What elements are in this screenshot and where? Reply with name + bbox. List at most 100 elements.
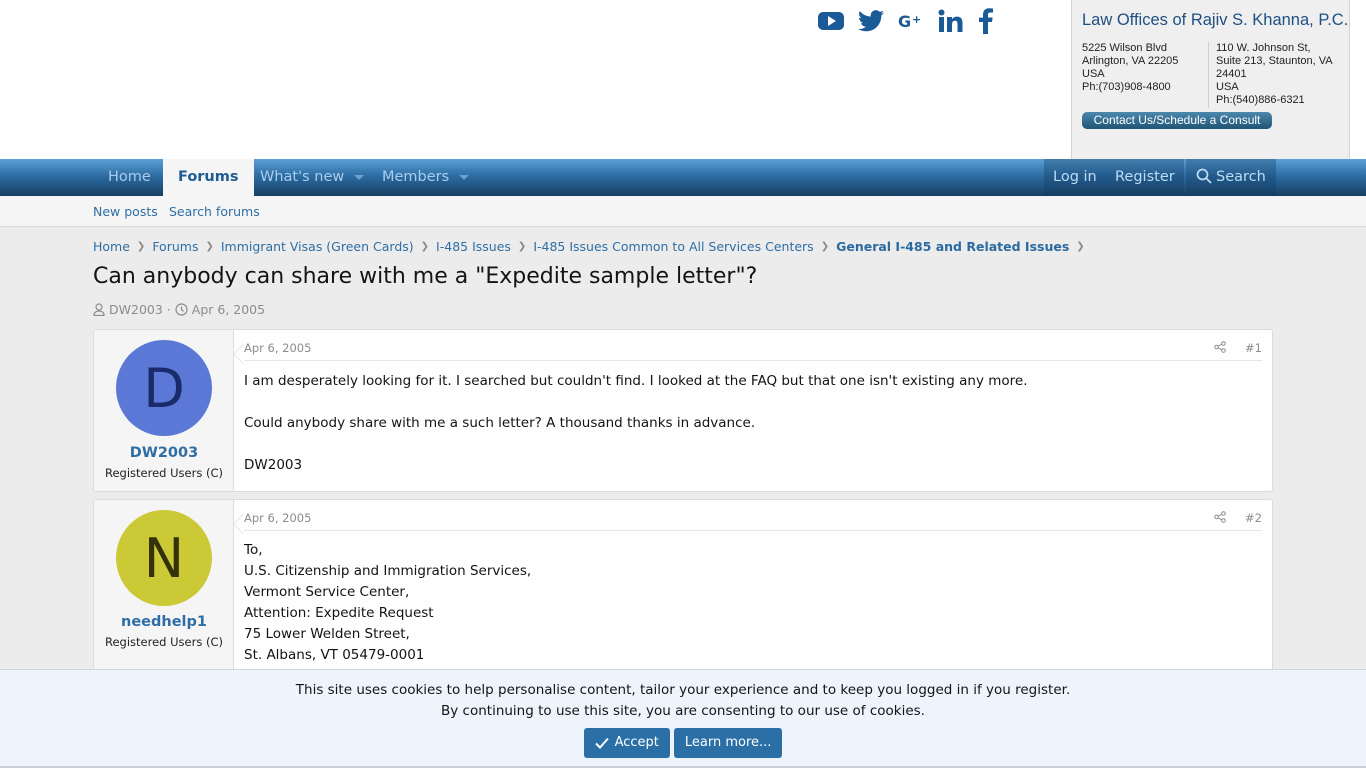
post-date-link[interactable]: Apr 6, 2005 [244,511,311,525]
phone-number: Ph:(540)886-6321 [1216,94,1305,106]
register-button[interactable]: Register [1106,159,1184,196]
address-line: USA [1216,81,1239,93]
twitter-icon[interactable] [858,6,884,36]
search-icon [1196,168,1212,184]
nav-tab-label: Members [382,169,450,185]
username-link[interactable]: DW2003 [94,445,234,461]
nav-tab-forums[interactable]: Forums [163,159,254,196]
avatar[interactable]: N [116,510,212,606]
user-title: Registered Users (C) [105,635,223,649]
law-office-ad: Law Offices of Rajiv S. Khanna, P.C. 522… [1071,0,1350,159]
thread-author-link[interactable]: DW2003 [109,302,163,317]
chevron-right-icon: ❯ [420,241,430,252]
post-text-line: I am desperately looking for it. I searc… [244,373,1028,389]
post-number-link[interactable]: #1 [1245,341,1262,355]
facebook-icon[interactable] [978,6,994,36]
post-text-line: Could anybody share with me a such lette… [244,415,756,431]
post-header: Apr 6, 2005 #2 [244,511,1262,531]
post-body: To, U.S. Citizenship and Immigration Ser… [244,540,1262,666]
accept-label: Accept [614,735,659,750]
thread-date-link[interactable]: Apr 6, 2005 [192,302,265,317]
nav-tab-label: Home [108,169,151,185]
post-text-line: To, [244,542,263,558]
page-title: Can anybody can share with me a "Expedit… [93,264,758,289]
breadcrumb-immigrant-visas[interactable]: Immigrant Visas (Green Cards) [221,239,414,254]
address-line: 24401 [1216,68,1247,80]
post-number-link[interactable]: #2 [1245,511,1262,525]
post-text-line: U.S. Citizenship and Immigration Service… [244,563,532,579]
law-office-title: Law Offices of Rajiv S. Khanna, P.C. [1082,11,1349,29]
subnav-new-posts[interactable]: New posts [93,204,158,219]
avatar[interactable]: D [116,340,212,436]
svg-text:+: + [912,13,921,26]
chevron-down-icon[interactable] [354,174,365,180]
breadcrumb: Home ❯ Forums ❯ Immigrant Visas (Green Car… [93,239,1092,254]
search-button[interactable]: Search [1186,159,1276,196]
chevron-right-icon: ❯ [820,241,830,252]
chevron-down-icon[interactable] [459,174,470,180]
main-navigation: Home Forums What's new Members Log in Re… [0,159,1366,196]
accept-cookies-button[interactable]: Accept [583,728,670,758]
contact-consult-button[interactable]: Contact Us/Schedule a Consult [1082,112,1272,129]
meta-separator: · [166,302,171,317]
login-button[interactable]: Log in [1044,159,1106,196]
thread-meta: DW2003 · Apr 6, 2005 [93,302,265,317]
google-plus-icon[interactable]: G + [898,6,924,36]
chevron-right-icon: ❯ [517,241,527,252]
office-address-staunton: 110 W. Johnson St, Suite 213, Staunton, … [1208,42,1348,108]
social-links: G + [818,6,994,36]
post-text-line: Attention: Expedite Request [244,605,434,621]
sub-navigation: New posts Search forums [0,196,1366,227]
checkmark-icon [594,737,609,749]
post-arrow [233,514,243,534]
breadcrumb-i485-issues[interactable]: I-485 Issues [436,239,511,254]
svg-text:G: G [898,12,911,31]
nav-tab-label: Forums [178,169,239,185]
cookie-notice-text: This site uses cookies to help personali… [295,682,1071,698]
address-line: 5225 Wilson Blvd [1082,42,1167,54]
chevron-right-icon: ❯ [1076,241,1085,252]
nav-tab-whats-new[interactable]: What's new [245,159,379,196]
chevron-right-icon: ❯ [136,241,146,252]
share-icon[interactable] [1214,511,1226,526]
breadcrumb-i485-common[interactable]: I-485 Issues Common to All Services Cent… [533,239,813,254]
nav-tab-label: What's new [260,169,345,185]
youtube-icon[interactable] [818,6,844,36]
nav-tab-home[interactable]: Home [93,159,166,196]
username-link[interactable]: needhelp1 [94,614,234,630]
site-header: G + Law Offices of Rajiv S. Khanna, P.C. … [0,0,1366,159]
post-text-line: 75 Lower Welden Street, [244,626,410,642]
cookie-notice: This site uses cookies to help personali… [0,669,1366,768]
post-date-link[interactable]: Apr 6, 2005 [244,341,311,355]
subnav-search-forums[interactable]: Search forums [169,204,260,219]
post-text-line: Vermont Service Center, [244,584,410,600]
address-line: 110 W. Johnson St, [1216,42,1311,54]
phone-number: Ph:(703)908-4800 [1082,81,1171,93]
post: D DW2003 Registered Users (C) Apr 6, 200… [93,329,1273,492]
address-line: Suite 213, Staunton, VA [1216,55,1333,67]
linkedin-icon[interactable] [938,6,964,36]
address-line: USA [1082,68,1105,80]
user-icon [93,303,105,316]
breadcrumb-general-i485[interactable]: General I-485 and Related Issues [836,239,1069,254]
post-user-info: D DW2003 Registered Users (C) [94,330,234,491]
post-text-line: DW2003 [244,457,303,473]
search-label: Search [1216,169,1266,185]
learn-more-button[interactable]: Learn more... [673,728,783,758]
post-header: Apr 6, 2005 #1 [244,341,1262,361]
user-title: Registered Users (C) [105,466,223,480]
post-arrow [233,344,243,364]
clock-icon [175,303,188,316]
chevron-right-icon: ❯ [205,241,214,252]
post-body: I am desperately looking for it. I searc… [244,371,1262,476]
breadcrumb-home[interactable]: Home [93,239,130,254]
share-icon[interactable] [1214,341,1226,356]
breadcrumb-forums[interactable]: Forums [152,239,198,254]
cookie-notice-text: By continuing to use this site, you are … [441,703,925,719]
office-address-arlington: 5225 Wilson Blvd Arlington, VA 22205 USA… [1082,42,1207,94]
post-text-line: St. Albans, VT 05479-0001 [244,647,425,663]
cookie-buttons: Accept Learn more... [0,728,1366,758]
nav-tab-members[interactable]: Members [367,159,484,196]
